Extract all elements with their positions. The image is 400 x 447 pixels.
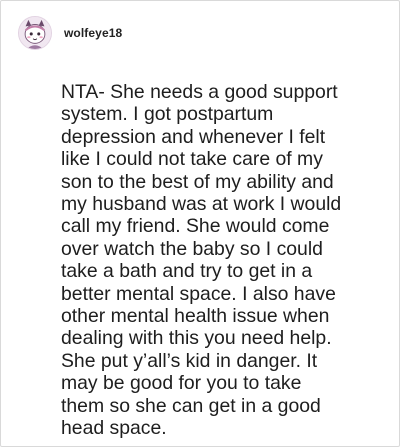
comment-text: NTA- She needs a good support system. I … [61,81,342,440]
comment-card: wolfeye18 NTA- She needs a good support … [0,0,400,447]
cartoon-avatar-icon [19,17,51,49]
username[interactable]: wolfeye18 [64,26,122,40]
comment-header: wolfeye18 [18,16,122,50]
avatar[interactable] [18,16,52,50]
